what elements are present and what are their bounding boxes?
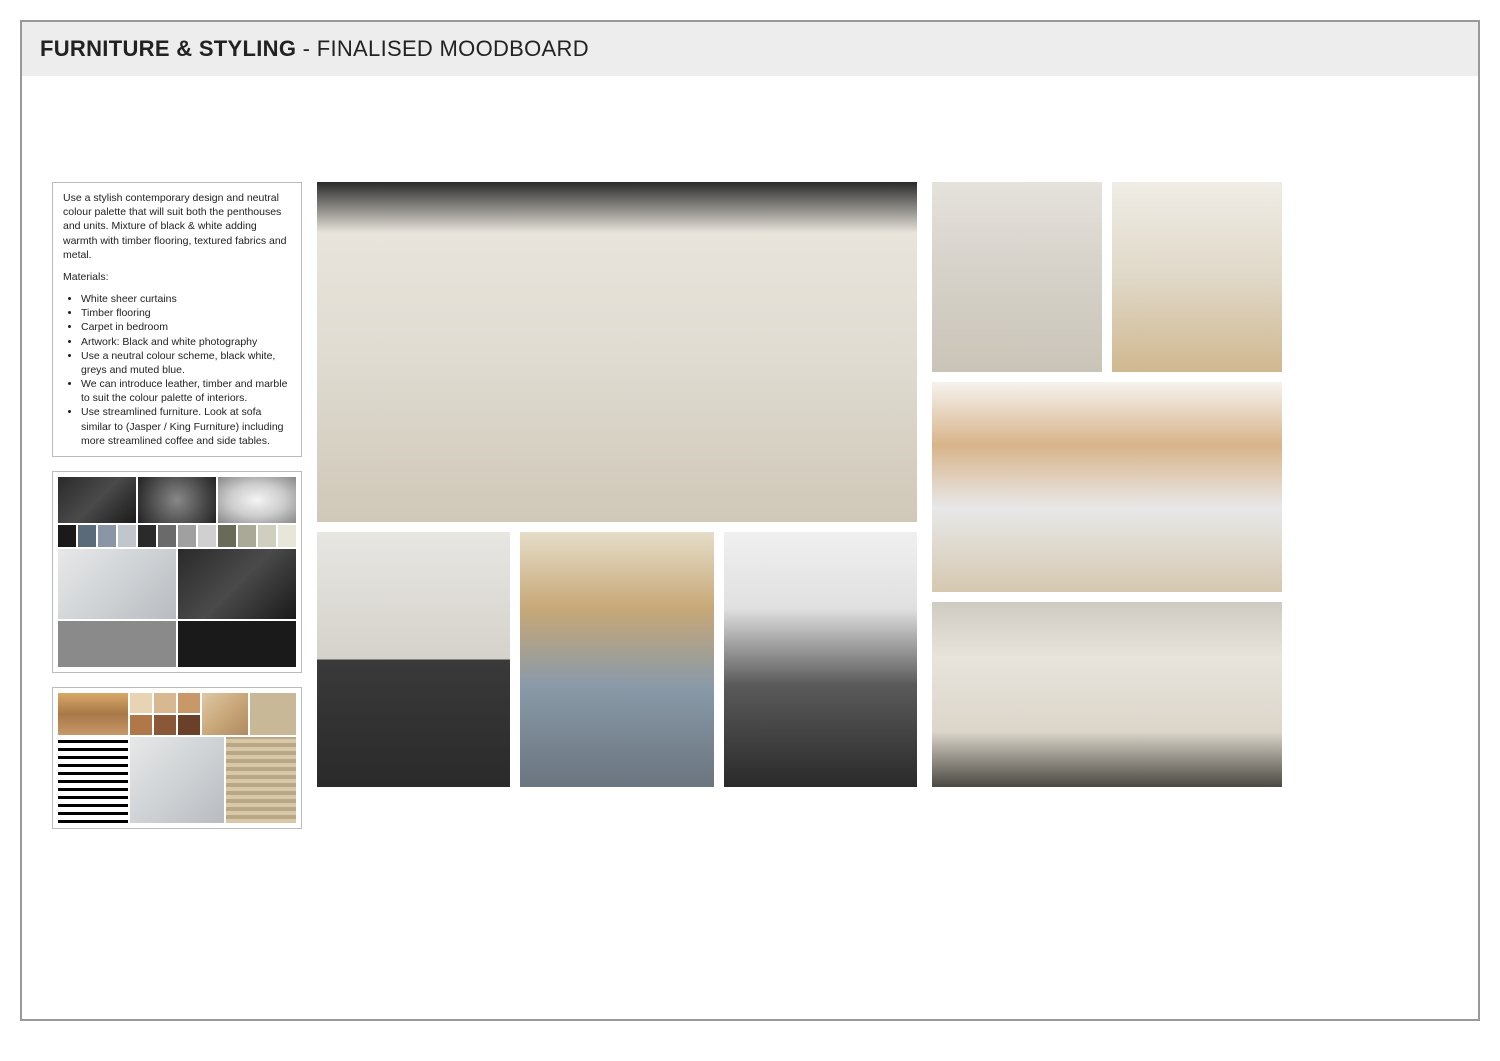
right-row-1 <box>932 182 1282 372</box>
title-sep: - <box>296 36 316 61</box>
material-item: White sheer curtains <box>81 292 291 306</box>
middle-column <box>317 182 917 787</box>
moodboard-image <box>724 532 917 787</box>
description-box: Use a stylish contemporary design and ne… <box>52 182 302 457</box>
swatch-image <box>58 477 136 523</box>
palette-board-1 <box>52 471 302 673</box>
title-bar: FURNITURE & STYLING - FINALISED MOODBOAR… <box>22 22 1478 76</box>
color-swatch <box>78 525 96 547</box>
palette-2-grid <box>58 693 296 823</box>
materials-list: White sheer curtains Timber flooring Car… <box>63 292 291 448</box>
swatch-image <box>58 549 176 619</box>
palette-1-grid <box>58 477 296 667</box>
color-swatch <box>178 525 196 547</box>
swatch-texture <box>250 693 296 735</box>
color-swatch <box>178 693 200 713</box>
material-item: Use a neutral colour scheme, black white… <box>81 349 291 377</box>
material-item: Use streamlined furniture. Look at sofa … <box>81 405 291 448</box>
swatch-texture <box>202 693 248 735</box>
color-swatch <box>178 715 200 735</box>
materials-label: Materials: <box>63 270 291 284</box>
hero-image <box>317 182 917 522</box>
title-bold: FURNITURE & STYLING <box>40 36 296 61</box>
material-item: Artwork: Black and white photography <box>81 335 291 349</box>
description-intro: Use a stylish contemporary design and ne… <box>63 191 291 262</box>
swatch-texture <box>178 621 296 667</box>
moodboard-image <box>317 532 510 787</box>
moodboard-image <box>932 382 1282 592</box>
color-swatch <box>118 525 136 547</box>
right-column <box>932 182 1282 787</box>
color-swatch <box>278 525 296 547</box>
material-item: We can introduce leather, timber and mar… <box>81 377 291 405</box>
color-swatch <box>218 525 236 547</box>
swatch-texture <box>226 737 296 823</box>
color-swatch <box>138 525 156 547</box>
mid-row-images <box>317 532 917 787</box>
swatch-texture <box>58 621 176 667</box>
content-area: Use a stylish contemporary design and ne… <box>52 182 1448 859</box>
color-swatch <box>198 525 216 547</box>
swatch-image <box>58 693 128 735</box>
swatch-image <box>130 737 224 823</box>
color-swatch <box>154 715 176 735</box>
moodboard-image <box>1112 182 1282 372</box>
right-row-3 <box>932 602 1282 787</box>
color-swatch <box>130 693 152 713</box>
color-swatch <box>154 693 176 713</box>
swatch-pattern <box>58 737 128 823</box>
page-frame: FURNITURE & STYLING - FINALISED MOODBOAR… <box>20 20 1480 1021</box>
color-swatch <box>98 525 116 547</box>
color-swatch <box>258 525 276 547</box>
color-swatch <box>130 715 152 735</box>
color-swatch <box>238 525 256 547</box>
color-swatch <box>58 525 76 547</box>
moodboard-image <box>932 182 1102 372</box>
title-light: FINALISED MOODBOARD <box>317 36 589 61</box>
right-row-2 <box>932 382 1282 592</box>
moodboard-image <box>932 602 1282 787</box>
swatch-image <box>218 477 296 523</box>
swatch-texture <box>178 549 296 619</box>
color-swatch <box>158 525 176 547</box>
swatch-image <box>138 477 216 523</box>
moodboard-image <box>520 532 713 787</box>
material-item: Timber flooring <box>81 306 291 320</box>
material-item: Carpet in bedroom <box>81 320 291 334</box>
palette-board-2 <box>52 687 302 829</box>
left-column: Use a stylish contemporary design and ne… <box>52 182 302 843</box>
